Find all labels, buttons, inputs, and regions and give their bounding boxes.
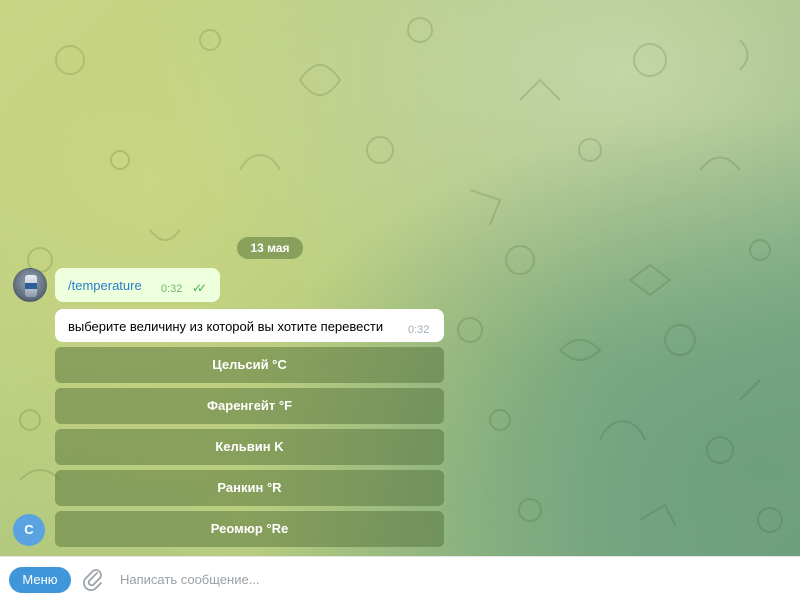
menu-button[interactable]: Меню [9,567,71,593]
message-input[interactable] [120,565,780,593]
command-link[interactable]: /temperature [68,278,142,293]
user-avatar[interactable] [13,268,47,302]
message-time: 0:32 [408,324,430,336]
keyboard-button-reaumur[interactable]: Реомюр °Re [55,511,444,547]
date-separator: 13 мая [237,237,303,259]
outgoing-message[interactable]: /temperature 0:32 ✓✓ [55,268,220,302]
incoming-message[interactable]: выберите величину из которой вы хотите п… [55,309,444,342]
message-composer: Меню [0,556,800,600]
bot-avatar[interactable]: C [13,514,45,546]
keyboard-button-fahrenheit[interactable]: Фаренгейт °F [55,388,444,424]
message-text: выберите величину из которой вы хотите п… [68,319,384,334]
paperclip-icon[interactable] [82,567,104,591]
keyboard-button-celsius[interactable]: Цельсий °C [55,347,444,383]
keyboard-button-rankine[interactable]: Ранкин °R [55,470,444,506]
jar-label-image [25,283,37,289]
keyboard-button-kelvin[interactable]: Кельвин K [55,429,444,465]
chat-area[interactable]: 13 мая /temperature 0:32 ✓✓ выберите вел… [0,0,800,556]
message-time: 0:32 [161,283,183,295]
double-check-icon: ✓✓ [192,281,207,295]
